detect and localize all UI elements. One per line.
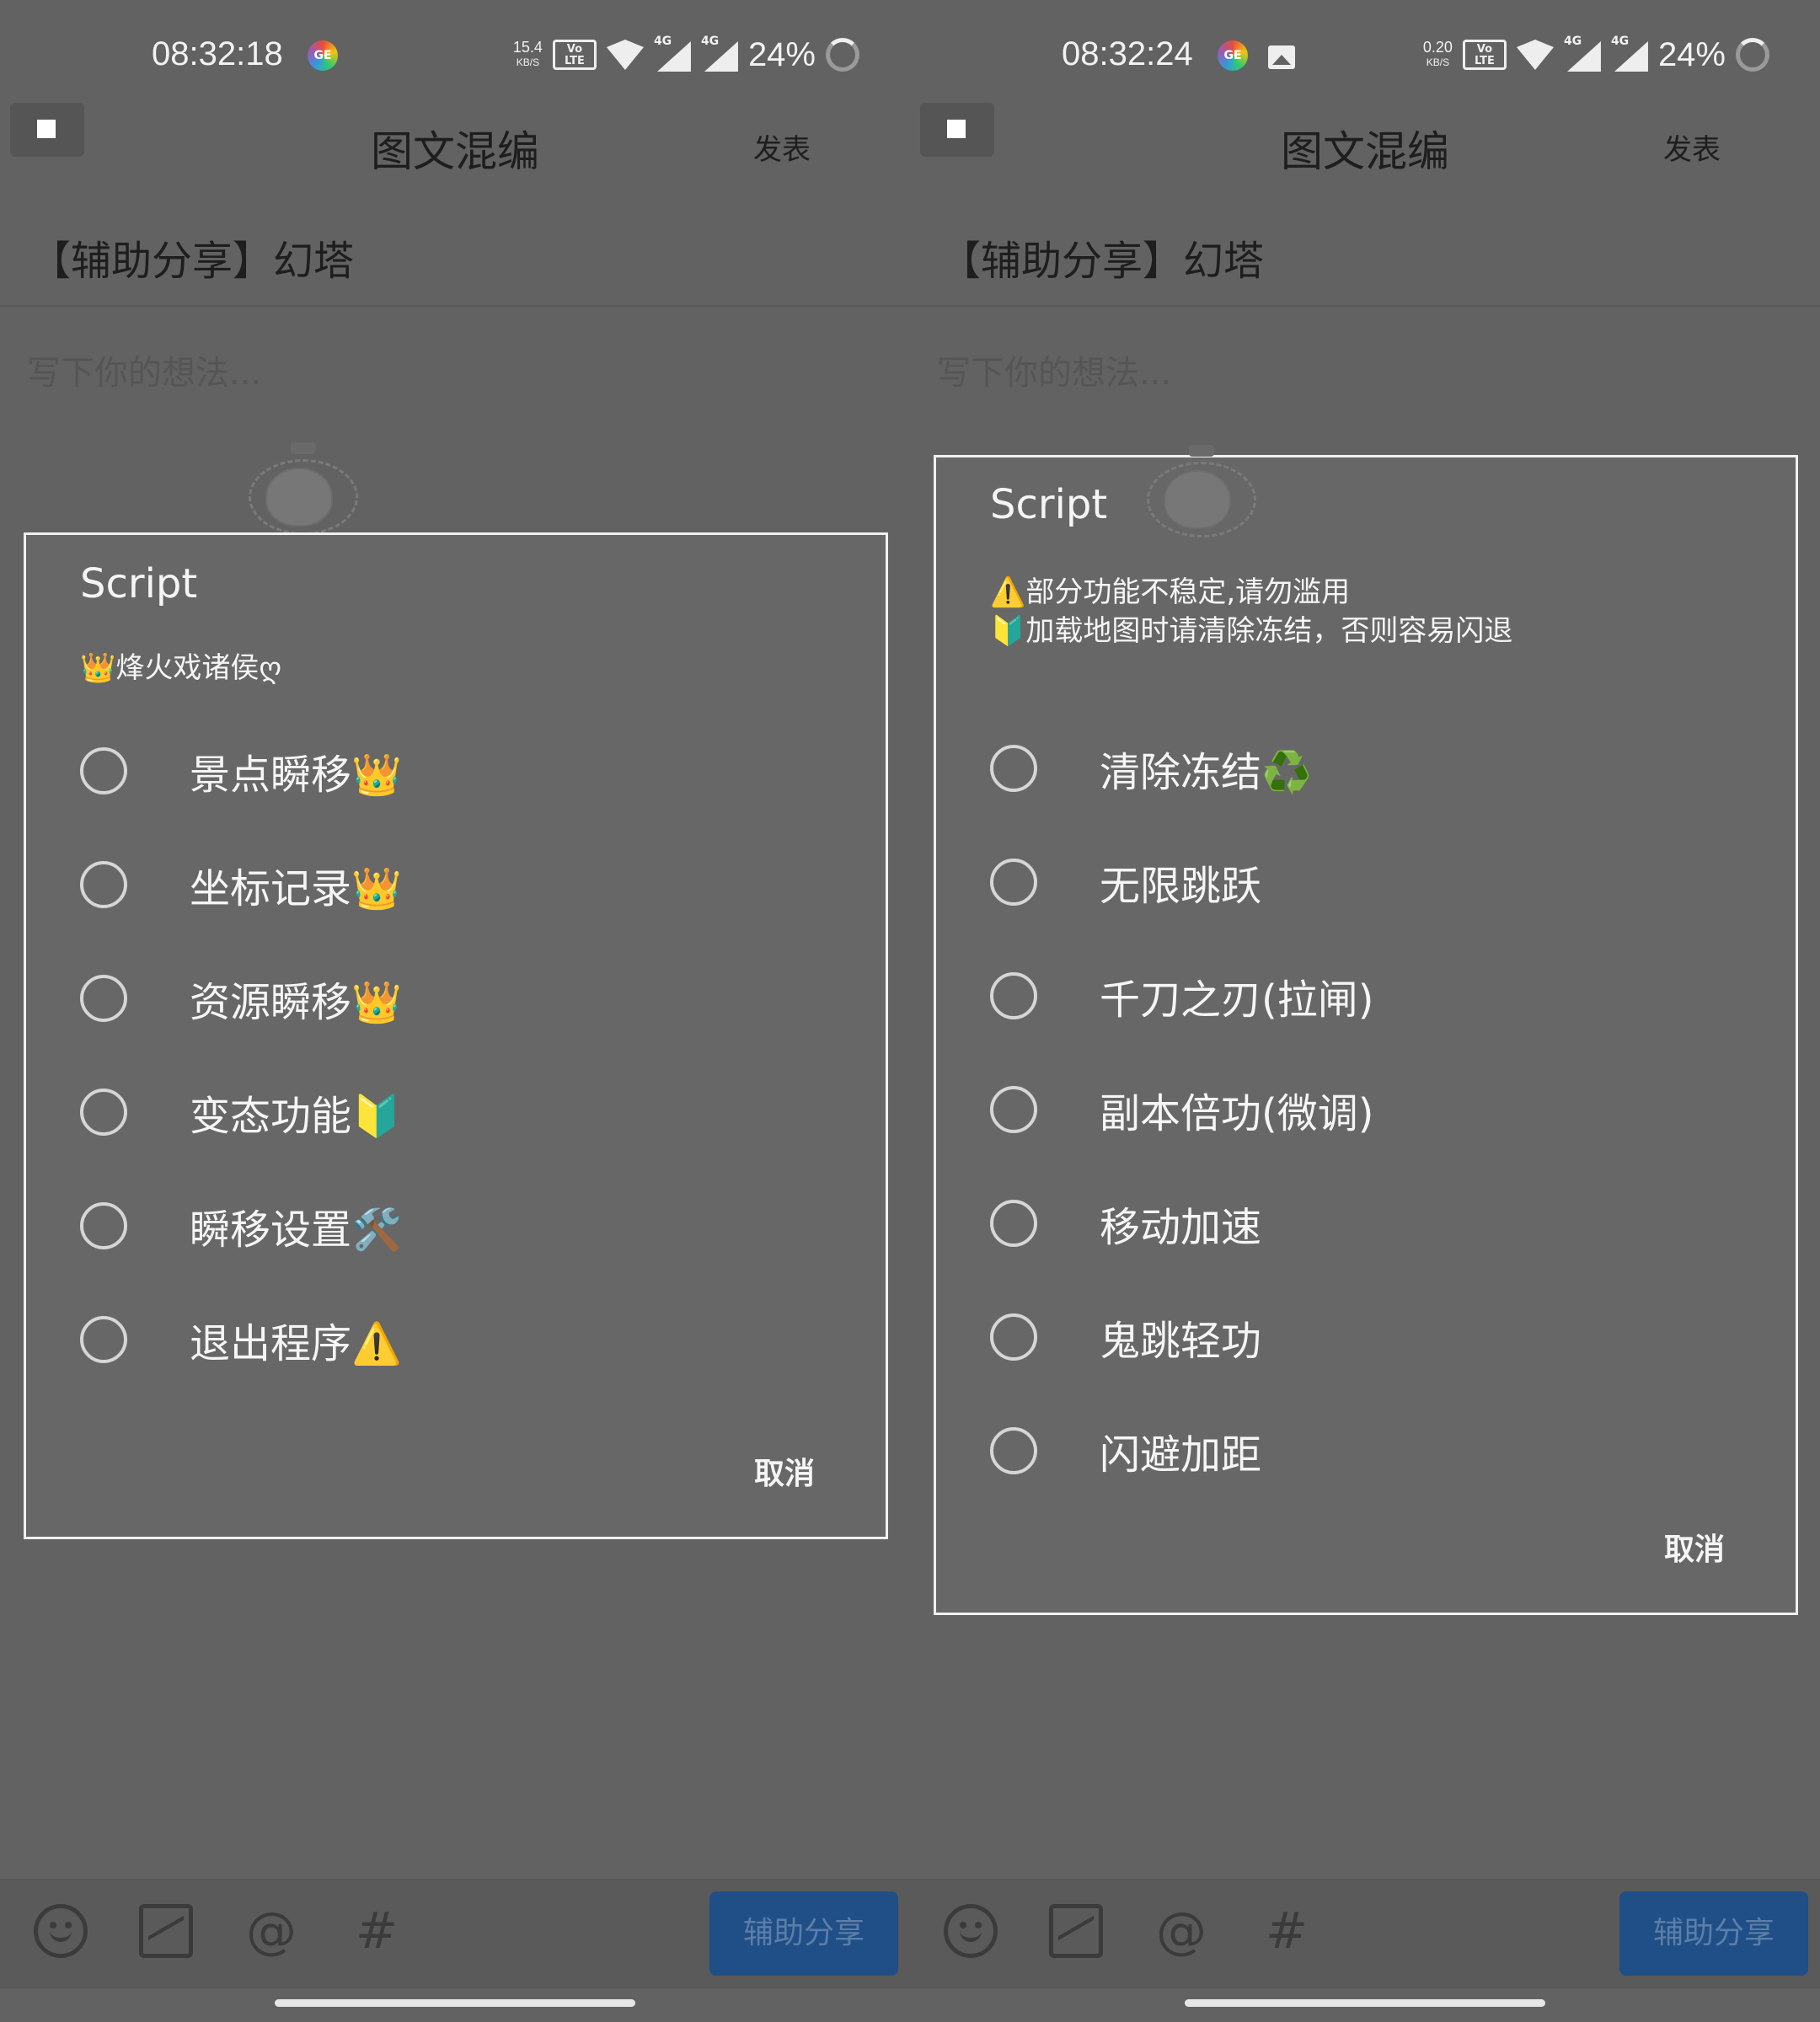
- divider: [0, 305, 910, 307]
- image-icon[interactable]: [139, 1904, 193, 1958]
- option-item[interactable]: 无限跳跃: [990, 844, 1261, 920]
- divider: [910, 305, 1820, 307]
- dialog-title: Script: [990, 481, 1108, 528]
- radio-button[interactable]: [80, 1316, 127, 1363]
- hash-icon[interactable]: #: [1260, 1904, 1314, 1958]
- home-indicator[interactable]: [1185, 1999, 1545, 2007]
- image-icon[interactable]: [1049, 1904, 1103, 1958]
- cancel-button[interactable]: 取消: [754, 1449, 815, 1493]
- status-time: 08:32:24: [1062, 35, 1193, 72]
- signal-icon: 4G: [1564, 35, 1601, 72]
- at-icon[interactable]: @: [1154, 1904, 1208, 1958]
- radio-button[interactable]: [80, 747, 127, 794]
- wifi-icon: [1516, 40, 1554, 70]
- option-label: 退出程序⚠️: [190, 1320, 402, 1367]
- network-speed: 15.4 KB/S: [513, 40, 543, 70]
- option-item[interactable]: 闪避加距: [990, 1413, 1261, 1489]
- script-dialog: Script 👑烽火戏诸侯ღ 景点瞬移👑 坐标记录👑 资源瞬移👑 变态功能🔰 瞬…: [24, 532, 888, 1539]
- signal-icon: 4G: [701, 35, 738, 72]
- battery-icon: [826, 38, 859, 72]
- app-badge-icon: GE: [1218, 40, 1248, 71]
- publish-button[interactable]: 发表: [753, 126, 811, 168]
- battery-icon: [1736, 38, 1769, 72]
- network-speed-value: 0.20: [1422, 39, 1453, 56]
- post-title-input[interactable]: 【辅助分享】幻塔: [940, 227, 1264, 286]
- option-item[interactable]: 瞬移设置🛠️: [80, 1188, 402, 1264]
- dialog-note-line: ⚠️部分功能不稳定,请勿滥用: [990, 575, 1351, 609]
- app-badge-icon: GE: [308, 40, 338, 71]
- radio-button[interactable]: [990, 972, 1037, 1019]
- battery-percent: 24%: [747, 35, 816, 73]
- status-time: 08:32:18: [152, 35, 283, 72]
- option-label: 鬼跳轻功: [1100, 1318, 1262, 1365]
- gallery-notification-icon: [1268, 45, 1295, 69]
- option-label: 无限跳跃: [1100, 863, 1262, 910]
- option-label: 瞬移设置🛠️: [190, 1206, 402, 1254]
- cancel-button[interactable]: 取消: [1664, 1525, 1725, 1569]
- radio-button[interactable]: [990, 1313, 1037, 1361]
- bottom-toolbar: @ # 辅助分享: [910, 1879, 1820, 1988]
- option-item[interactable]: 坐标记录👑: [80, 847, 402, 923]
- option-label: 副本倍功(微调): [1100, 1090, 1374, 1137]
- hash-icon[interactable]: #: [350, 1904, 404, 1958]
- volte-icon: Vo LTE: [552, 40, 597, 70]
- option-label: 坐标记录👑: [190, 865, 402, 912]
- option-label: 移动加速: [1100, 1204, 1262, 1251]
- network-speed-value: 15.4: [512, 39, 543, 56]
- network-speed-unit: KB/S: [1426, 56, 1450, 68]
- option-item[interactable]: 退出程序⚠️: [80, 1302, 402, 1377]
- radio-button[interactable]: [80, 975, 127, 1022]
- radio-button[interactable]: [990, 745, 1037, 792]
- battery-percent: 24%: [1657, 35, 1726, 73]
- option-label: 变态功能🔰: [190, 1093, 402, 1140]
- option-label: 资源瞬移👑: [190, 979, 402, 1026]
- option-item[interactable]: 资源瞬移👑: [80, 960, 402, 1036]
- post-body-input[interactable]: 写下你的想法...: [27, 345, 261, 394]
- share-button[interactable]: 辅助分享: [709, 1891, 898, 1976]
- publish-button[interactable]: 发表: [1663, 126, 1721, 168]
- radio-button[interactable]: [80, 861, 127, 908]
- dialog-note: ⚠️部分功能不稳定,请勿滥用 🔰加载地图时请清除冻结，否则容易闪退: [990, 573, 1512, 650]
- status-bar: 08:32:24 GE 0.20 KB/S Vo LTE 4G 4G 24%: [910, 0, 1820, 110]
- option-label: 闪避加距: [1100, 1431, 1262, 1479]
- option-label: 清除冻结♻️: [1100, 749, 1312, 796]
- anime-sticker-image: [1130, 445, 1282, 554]
- wifi-icon: [606, 40, 644, 70]
- share-button[interactable]: 辅助分享: [1619, 1891, 1808, 1976]
- volte-icon: Vo LTE: [1462, 40, 1507, 70]
- dialog-title: Script: [80, 560, 198, 607]
- option-label: 千刀之刃(拉闸): [1100, 976, 1374, 1024]
- option-item[interactable]: 变态功能🔰: [80, 1074, 402, 1150]
- option-item[interactable]: 景点瞬移👑: [80, 733, 402, 809]
- option-item[interactable]: 千刀之刃(拉闸): [990, 958, 1373, 1034]
- smile-icon[interactable]: [944, 1904, 998, 1958]
- home-indicator[interactable]: [275, 1999, 635, 2007]
- dialog-note-line: 🔰加载地图时请清除冻结，否则容易闪退: [990, 614, 1513, 648]
- at-icon[interactable]: @: [244, 1904, 298, 1958]
- radio-button[interactable]: [990, 1086, 1037, 1133]
- dialog-note: 👑烽火戏诸侯ღ: [80, 651, 282, 685]
- phone-screen-right: 08:32:24 GE 0.20 KB/S Vo LTE 4G 4G 24% 图…: [910, 0, 1820, 2022]
- script-dialog: Script ⚠️部分功能不稳定,请勿滥用 🔰加载地图时请清除冻结，否则容易闪退…: [934, 445, 1798, 1615]
- signal-icon: 4G: [654, 35, 691, 72]
- option-item[interactable]: 移动加速: [990, 1185, 1261, 1261]
- radio-button[interactable]: [80, 1202, 127, 1249]
- status-bar: 08:32:18 GE 15.4 KB/S Vo LTE 4G 4G 24%: [0, 0, 910, 110]
- network-speed-unit: KB/S: [516, 56, 540, 68]
- network-speed: 0.20 KB/S: [1423, 40, 1453, 70]
- option-item[interactable]: 鬼跳轻功: [990, 1299, 1261, 1375]
- post-title-input[interactable]: 【辅助分享】幻塔: [30, 227, 354, 286]
- option-item[interactable]: 副本倍功(微调): [990, 1072, 1373, 1147]
- radio-button[interactable]: [990, 1427, 1037, 1474]
- option-item[interactable]: 清除冻结♻️: [990, 730, 1312, 806]
- phone-screen-left: 08:32:18 GE 15.4 KB/S Vo LTE 4G 4G 24% 图…: [0, 0, 910, 2022]
- radio-button[interactable]: [990, 859, 1037, 906]
- signal-icon: 4G: [1611, 35, 1648, 72]
- radio-button[interactable]: [990, 1200, 1037, 1247]
- radio-button[interactable]: [80, 1089, 127, 1136]
- smile-icon[interactable]: [34, 1904, 88, 1958]
- option-label: 景点瞬移👑: [190, 752, 402, 799]
- post-body-input[interactable]: 写下你的想法...: [937, 345, 1171, 394]
- bottom-toolbar: @ # 辅助分享: [0, 1879, 910, 1988]
